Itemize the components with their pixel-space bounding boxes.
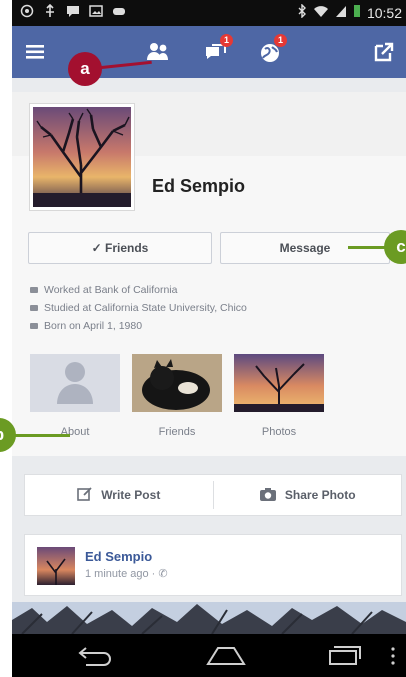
- bluetooth-icon: [297, 3, 307, 21]
- feed-post: Ed Sempio 1 minute ago · ✆: [24, 534, 402, 596]
- back-icon[interactable]: [76, 644, 116, 671]
- info-education-text: Studied at California State University, …: [44, 302, 247, 314]
- location-icon: [20, 4, 34, 18]
- share-icon[interactable]: [370, 38, 398, 66]
- calendar-icon: [30, 323, 38, 329]
- overflow-menu-icon[interactable]: [390, 646, 396, 671]
- composer: Write Post Share Photo: [24, 474, 402, 516]
- info-work: Worked at Bank of California: [30, 284, 177, 296]
- write-post-button[interactable]: Write Post: [25, 475, 213, 515]
- notifications-badge: 1: [274, 34, 287, 47]
- home-icon[interactable]: [204, 644, 248, 671]
- usb-icon: [43, 3, 57, 18]
- callout-a: a: [68, 52, 102, 86]
- photos-tile[interactable]: [234, 354, 324, 412]
- messages-badge: 1: [220, 34, 233, 47]
- post-timestamp: 1 minute ago · ✆: [85, 568, 168, 580]
- info-birthday-text: Born on April 1, 1980: [44, 320, 143, 332]
- info-education: Studied at California State University, …: [30, 302, 247, 314]
- info-work-text: Worked at Bank of California: [44, 284, 178, 296]
- share-photo-button[interactable]: Share Photo: [214, 475, 402, 515]
- post-photo[interactable]: [12, 602, 406, 634]
- friends-button[interactable]: ✓ Friends: [28, 232, 212, 264]
- status-bar: 10:52: [12, 0, 406, 26]
- recent-apps-icon[interactable]: [326, 644, 362, 671]
- info-birthday: Born on April 1, 1980: [30, 320, 142, 332]
- status-icons-left: [20, 3, 126, 18]
- graduation-icon: [30, 305, 38, 311]
- friends-tile[interactable]: [132, 354, 222, 412]
- android-nav-bar: [12, 634, 406, 677]
- messages-icon[interactable]: 1: [202, 34, 233, 66]
- menu-icon[interactable]: [22, 38, 50, 66]
- image-icon: [89, 4, 103, 18]
- photos-label[interactable]: Photos: [234, 426, 324, 438]
- signal-icon: [335, 4, 347, 21]
- about-tile[interactable]: [30, 354, 120, 412]
- phone-screen: 10:52 1 1 a Ed Sempio ✓ Friends Message …: [12, 0, 406, 677]
- gamepad-icon: [112, 4, 126, 18]
- post-author-avatar[interactable]: [37, 547, 75, 585]
- camera-icon: [259, 486, 277, 505]
- status-icons-right: 10:52: [297, 3, 402, 21]
- battery-icon: [353, 4, 361, 21]
- pencil-icon: [77, 486, 93, 505]
- chat-icon: [66, 4, 80, 18]
- write-post-label: Write Post: [101, 488, 161, 502]
- share-photo-label: Share Photo: [284, 488, 356, 502]
- profile-photo[interactable]: [30, 104, 134, 210]
- profile-card: Ed Sempio ✓ Friends Message Worked at Ba…: [12, 92, 406, 456]
- notifications-icon[interactable]: 1: [256, 34, 287, 66]
- profile-name: Ed Sempio: [152, 176, 246, 196]
- friends-label[interactable]: Friends: [132, 426, 222, 438]
- clock-time: 10:52: [366, 4, 402, 21]
- wifi-icon: [313, 4, 329, 21]
- post-author-name[interactable]: Ed Sempio: [85, 549, 152, 564]
- briefcase-icon: [30, 287, 38, 293]
